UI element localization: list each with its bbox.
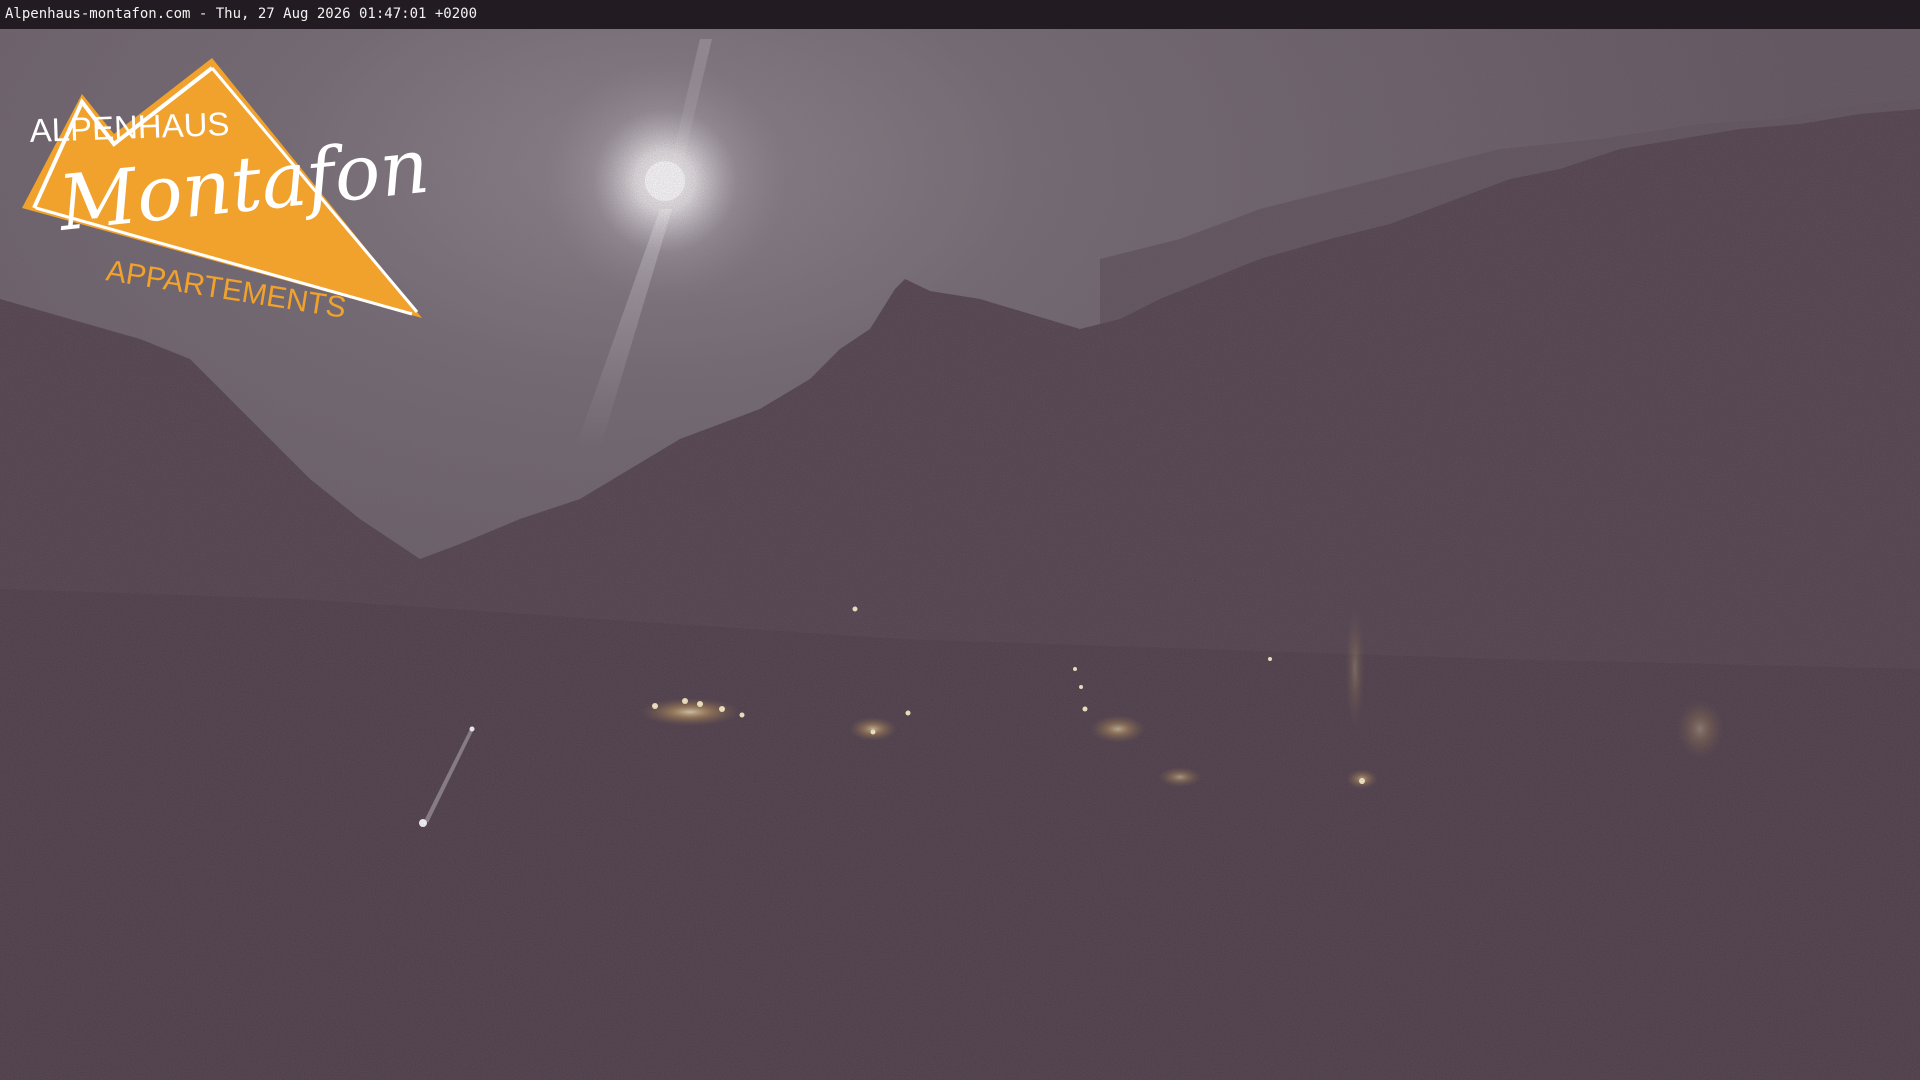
webcam-frame: Alpenhaus-montafon.com - Thu, 27 Aug 202… [0, 0, 1920, 1080]
caption-bar: Alpenhaus-montafon.com - Thu, 27 Aug 202… [0, 0, 1920, 29]
logo-top-line: ALPENHAUS [29, 105, 230, 149]
caption-text: Alpenhaus-montafon.com - Thu, 27 Aug 202… [5, 6, 478, 22]
alpenhaus-logo: ALPENHAUS Montafon APPARTEMENTS [22, 58, 432, 348]
